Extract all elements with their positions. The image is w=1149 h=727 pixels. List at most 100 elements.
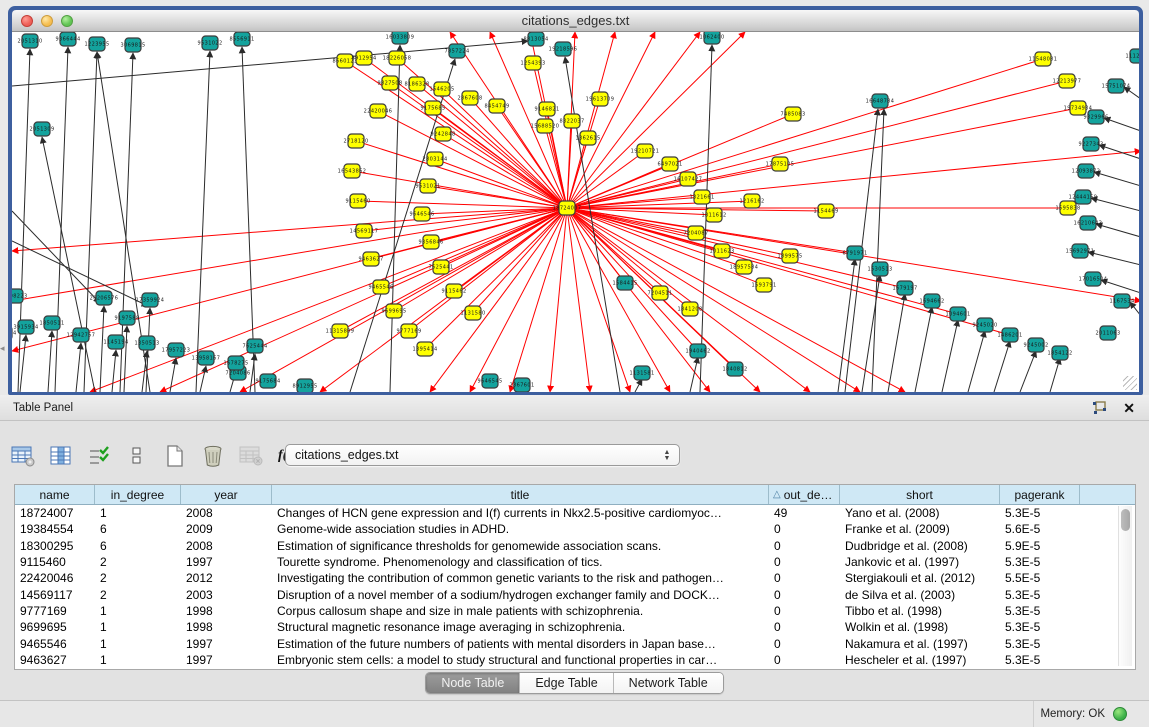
graph-node[interactable]: 9777169 xyxy=(396,324,421,338)
graph-node[interactable]: 1216162 xyxy=(739,194,764,208)
graph-node[interactable]: 17875105 xyxy=(766,157,795,171)
trash-icon[interactable] xyxy=(200,444,225,469)
graph-node[interactable]: 1546205 xyxy=(429,82,454,96)
graph-node[interactable]: 8186328 xyxy=(404,77,429,91)
tab-network-table[interactable]: Network Table xyxy=(614,673,723,693)
column-header-pagerank[interactable]: pagerank xyxy=(1000,485,1080,504)
graph-node[interactable]: 9115460 xyxy=(345,194,370,208)
graph-node[interactable]: 1854122 xyxy=(1047,346,1072,360)
graph-node[interactable]: 17359924 xyxy=(136,293,165,307)
table-row[interactable]: 977716911998Corpus callosum shape and si… xyxy=(15,603,1135,619)
graph-node[interactable]: 1899575 xyxy=(777,249,802,263)
graph-node[interactable]: 9146821 xyxy=(534,102,559,116)
table-row[interactable]: 1830029562008Estimation of significance … xyxy=(15,538,1135,554)
table-row[interactable]: 2242004622012Investigating the contribut… xyxy=(15,570,1135,586)
graph-node[interactable]: 1593791 xyxy=(751,278,776,292)
graph-node[interactable]: 15688520 xyxy=(531,119,560,133)
graph-node[interactable]: 3915934 xyxy=(13,320,38,334)
graph-node[interactable]: 1395414 xyxy=(412,342,437,356)
graph-node[interactable]: 1011623 xyxy=(709,244,734,258)
graph-node[interactable]: 11548081 xyxy=(1029,52,1058,66)
graph-node[interactable]: 16210643 xyxy=(1074,216,1103,230)
graph-node[interactable]: 8912955 xyxy=(292,379,317,392)
table-settings-icon[interactable] xyxy=(10,444,35,469)
graph-node[interactable]: 16033809 xyxy=(386,32,415,44)
table-row[interactable]: 1456911722003Disruption of a novel membe… xyxy=(15,586,1135,602)
rows-icon[interactable] xyxy=(124,444,149,469)
graph-node[interactable]: 8454749 xyxy=(484,99,509,113)
graph-node[interactable]: 15692971 xyxy=(1066,244,1095,258)
graph-node[interactable]: 9227343 xyxy=(1078,137,1103,151)
table-row[interactable]: 946554611997Estimation of the future num… xyxy=(15,635,1135,651)
column-header-short[interactable]: short xyxy=(840,485,1000,504)
graph-node[interactable]: 8322037 xyxy=(559,114,584,128)
table-row[interactable]: 1872400712008Changes of HCN gene express… xyxy=(15,505,1135,521)
graph-node[interactable]: 1145194 xyxy=(103,335,128,349)
graph-node[interactable]: 1223955 xyxy=(84,37,109,51)
graph-node[interactable]: 19613709 xyxy=(586,92,615,106)
graph-node[interactable]: 1254393 xyxy=(520,56,545,70)
graph-node[interactable]: 2718120 xyxy=(343,134,368,148)
graph-node[interactable]: 1154469 xyxy=(813,204,838,218)
float-window-icon[interactable] xyxy=(1092,401,1107,415)
graph-node[interactable]: 15751074 xyxy=(1102,79,1131,93)
graph-node[interactable]: 1530513 xyxy=(867,262,892,276)
table-row[interactable]: 969969511998Structural magnetic resonanc… xyxy=(15,619,1135,635)
graph-node[interactable]: 2011063 xyxy=(1095,326,1120,340)
scrollbar-thumb[interactable] xyxy=(1121,509,1130,531)
table-scrollbar[interactable] xyxy=(1118,506,1132,666)
column-header-year[interactable]: year xyxy=(181,485,272,504)
collapse-panel-arrow-icon[interactable]: ◂ xyxy=(0,343,5,354)
graph-node[interactable]: 1679197 xyxy=(892,281,917,295)
graph-node[interactable]: 2867608 xyxy=(457,91,482,105)
column-header-in_degree[interactable]: in_degree xyxy=(95,485,181,504)
graph-node[interactable]: 9366444 xyxy=(55,32,80,46)
graph-node[interactable]: 1094601 xyxy=(945,307,970,321)
graph-node[interactable]: 9531021 xyxy=(415,179,440,193)
graph-node[interactable]: 1131581 xyxy=(629,366,654,380)
tab-node-table[interactable]: Node Table xyxy=(426,673,520,693)
graph-node[interactable]: 9463627 xyxy=(358,252,383,266)
graph-node[interactable]: 19218596 xyxy=(549,42,578,56)
graph-node[interactable]: 1694662 xyxy=(919,294,944,308)
graph-node[interactable]: 1841208 xyxy=(677,302,702,316)
graph-node[interactable]: 13958167 xyxy=(192,351,221,365)
column-header-title[interactable]: title xyxy=(272,485,769,504)
graph-node[interactable]: 1584415 xyxy=(612,276,637,290)
graph-node[interactable]: 1840812 xyxy=(722,362,747,376)
graph-node[interactable]: 9329966 xyxy=(1083,110,1108,124)
table-row[interactable]: 946362711997Embryonic stem cells: a mode… xyxy=(15,652,1135,668)
graph-node[interactable]: 9646545 xyxy=(477,374,502,388)
graph-node[interactable]: 16107427 xyxy=(674,172,703,186)
column-header-name[interactable]: name xyxy=(15,485,95,504)
graph-node[interactable]: 20206576 xyxy=(90,291,119,305)
close-panel-icon[interactable]: ✕ xyxy=(1123,401,1135,415)
network-canvas[interactable]: 1872400786601238912954182260589827508224… xyxy=(12,32,1139,392)
graph-node[interactable]: 2051310 xyxy=(17,34,42,48)
row-select-icon[interactable] xyxy=(86,444,111,469)
graph-node[interactable]: 1321661 xyxy=(689,190,714,204)
graph-node[interactable]: 9197588 xyxy=(114,311,139,325)
graph-node[interactable]: 9245002 xyxy=(1023,338,1048,352)
graph-node[interactable]: 1350513 xyxy=(134,336,159,350)
graph-node[interactable]: 2051309 xyxy=(29,122,54,136)
graph-node[interactable]: 1131580 xyxy=(460,306,485,320)
graph-node[interactable]: 6791971 xyxy=(842,246,867,260)
graph-node[interactable]: 12213977 xyxy=(1053,74,1082,88)
table-row[interactable]: 1938455462009Genome-wide association stu… xyxy=(15,521,1135,537)
graph-node[interactable]: 1940462 xyxy=(685,344,710,358)
graph-node[interactable]: 1112009 xyxy=(1125,49,1139,63)
table-selector-dropdown[interactable]: citations_edges.txt ▲▼ xyxy=(285,444,680,466)
graph-node[interactable]: 16543862 xyxy=(338,164,367,178)
column-visibility-icon[interactable] xyxy=(48,444,73,469)
graph-node[interactable]: 19210721 xyxy=(631,144,660,158)
column-header-out_de[interactable]: △out_de… xyxy=(769,485,840,504)
graph-node[interactable]: 7485083 xyxy=(780,107,805,121)
graph-node[interactable]: 8813054 xyxy=(523,32,548,46)
graph-node[interactable]: 16648784 xyxy=(866,94,895,108)
graph-node[interactable]: 1850511 xyxy=(39,316,64,330)
graph-node[interactable]: 3069815 xyxy=(120,38,145,52)
graph-node[interactable]: 9465546 xyxy=(368,280,393,294)
graph-node[interactable]: 12942757 xyxy=(67,328,96,342)
graph-node[interactable]: 17016504 xyxy=(1079,272,1108,286)
